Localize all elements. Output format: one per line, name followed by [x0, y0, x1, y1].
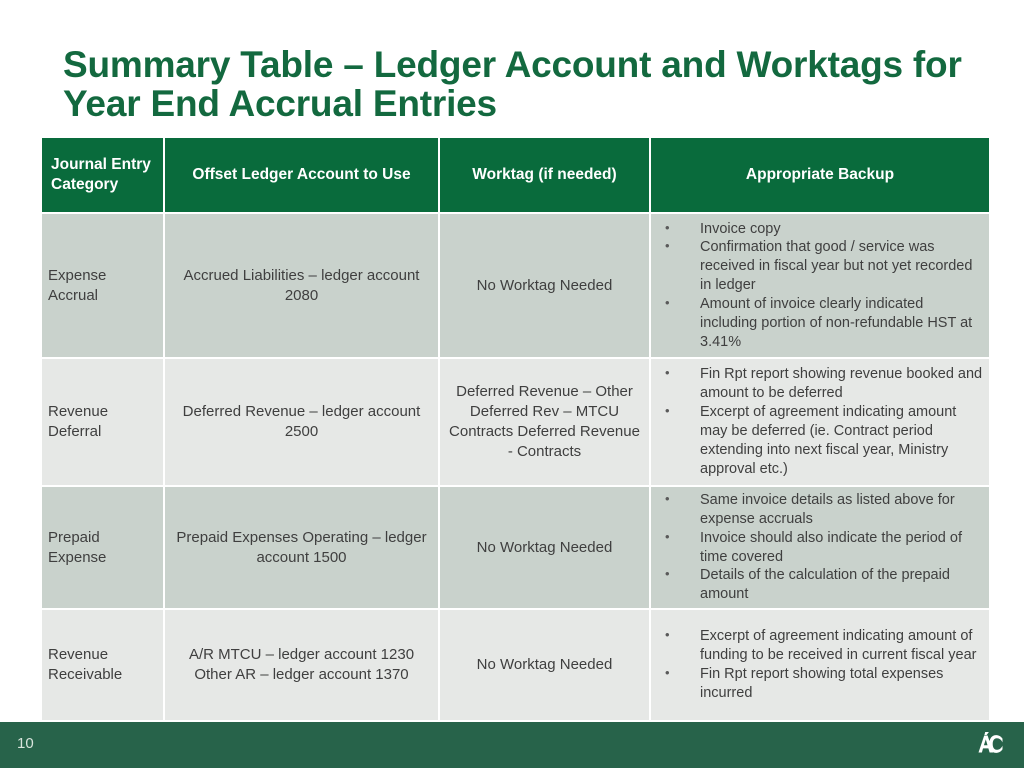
backup-bullet-list: Excerpt of agreement indicating amount o…	[657, 626, 983, 703]
cell-offset-ledger-account: Deferred Revenue – ledger account 2500	[165, 359, 438, 485]
cell-backup: Fin Rpt report showing revenue booked an…	[651, 359, 989, 485]
backup-bullet-list: Same invoice details as listed above for…	[657, 490, 983, 604]
page-title: Summary Table – Ledger Account and Workt…	[63, 44, 962, 124]
column-header-worktag: Worktag (if needed)	[440, 138, 649, 212]
backup-bullet-item: Same invoice details as listed above for…	[657, 490, 983, 529]
cell-worktag: No Worktag Needed	[440, 214, 649, 357]
algonquin-college-ac-logo-icon	[972, 729, 1006, 761]
column-header-journal-entry-category: Journal Entry Category	[42, 138, 163, 212]
column-header-appropriate-backup: Appropriate Backup	[651, 138, 989, 212]
cell-backup: Same invoice details as listed above for…	[651, 487, 989, 609]
cell-worktag: No Worktag Needed	[440, 610, 649, 721]
cell-backup: Excerpt of agreement indicating amount o…	[651, 610, 989, 721]
backup-bullet-item: Fin Rpt report showing total expenses in…	[657, 664, 983, 703]
backup-bullet-item: Fin Rpt report showing revenue booked an…	[657, 364, 983, 403]
backup-bullet-item: Excerpt of agreement indicating amount m…	[657, 402, 983, 478]
cell-offset-ledger-account: Accrued Liabilities – ledger account 208…	[165, 214, 438, 357]
summary-table: Journal Entry Category Offset Ledger Acc…	[40, 136, 991, 722]
cell-offset-ledger-account: Prepaid Expenses Operating – ledger acco…	[165, 487, 438, 609]
table-row: Prepaid Expense Prepaid Expenses Operati…	[42, 487, 989, 609]
cell-category: Revenue Receivable	[42, 610, 163, 721]
backup-bullet-list: Invoice copyConfirmation that good / ser…	[657, 219, 983, 352]
backup-bullet-item: Amount of invoice clearly indicated incl…	[657, 294, 983, 352]
page-number: 10	[17, 735, 34, 752]
table-row: Revenue Receivable A/R MTCU – ledger acc…	[42, 610, 989, 721]
cell-worktag: Deferred Revenue – Other Deferred Rev – …	[440, 359, 649, 485]
backup-bullet-list: Fin Rpt report showing revenue booked an…	[657, 364, 983, 478]
backup-bullet-item: Excerpt of agreement indicating amount o…	[657, 626, 983, 665]
table-row: Revenue Deferral Deferred Revenue – ledg…	[42, 359, 989, 485]
footer-bar: 10	[0, 722, 1024, 768]
slide: Summary Table – Ledger Account and Workt…	[0, 0, 1024, 768]
cell-category: Expense Accrual	[42, 214, 163, 357]
cell-category: Prepaid Expense	[42, 487, 163, 609]
backup-bullet-item: Invoice should also indicate the period …	[657, 528, 983, 567]
table-row: Expense Accrual Accrued Liabilities – le…	[42, 214, 989, 357]
cell-category: Revenue Deferral	[42, 359, 163, 485]
table-header-row: Journal Entry Category Offset Ledger Acc…	[42, 138, 989, 212]
cell-offset-ledger-account: A/R MTCU – ledger account 1230 Other AR …	[165, 610, 438, 721]
cell-backup: Invoice copyConfirmation that good / ser…	[651, 214, 989, 357]
backup-bullet-item: Invoice copy	[657, 219, 983, 239]
backup-bullet-item: Confirmation that good / service was rec…	[657, 237, 983, 295]
backup-bullet-item: Details of the calculation of the prepai…	[657, 565, 983, 604]
column-header-offset-ledger-account: Offset Ledger Account to Use	[165, 138, 438, 212]
cell-worktag: No Worktag Needed	[440, 487, 649, 609]
